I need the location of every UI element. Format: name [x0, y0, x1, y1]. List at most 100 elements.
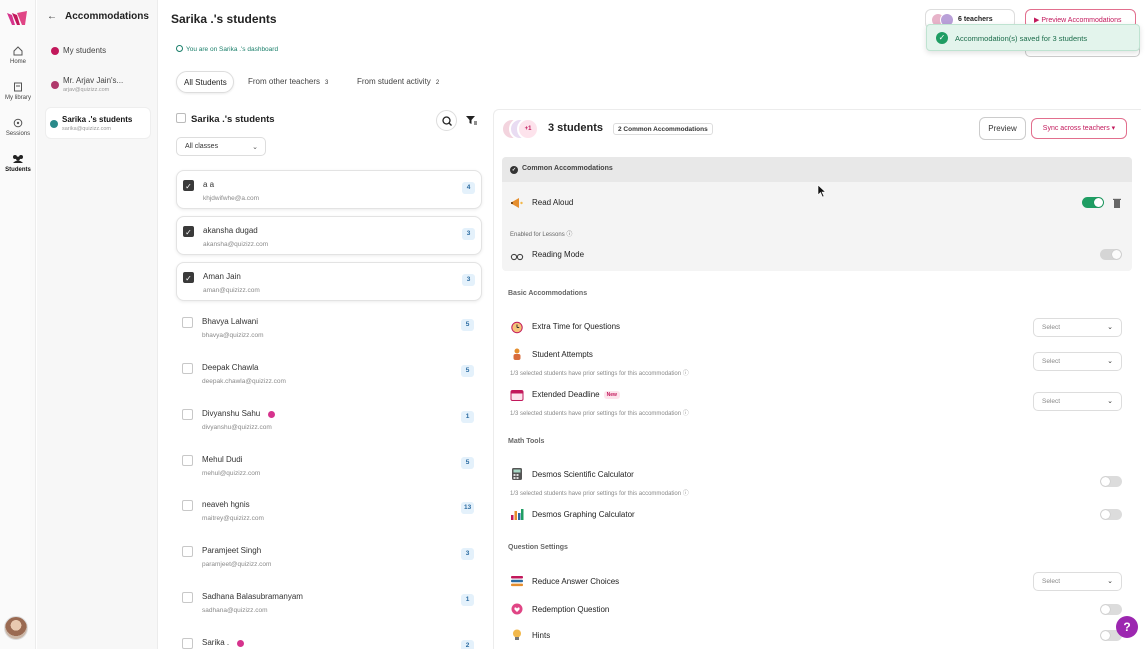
- common-accommodations-header[interactable]: ✓ Common Accommodations: [502, 157, 1132, 182]
- student-row[interactable]: Sadhana Balasubramanyam sadhana@quizizz.c…: [176, 583, 482, 622]
- more-avatars-badge: +1: [517, 118, 539, 140]
- sidebar-item-label: Mr. Arjav Jain's...: [63, 76, 124, 85]
- students-icon: [13, 155, 23, 163]
- student-name: Aman Jain: [203, 272, 241, 281]
- nav-sessions[interactable]: Sessions: [0, 118, 36, 137]
- sidebar-item-my-students[interactable]: My students: [47, 42, 151, 60]
- sidebar-item-arjav[interactable]: Mr. Arjav Jain's... arjav@quizizz.com: [47, 72, 151, 100]
- student-checkbox[interactable]: [182, 455, 193, 466]
- accommodation-count-badge: 3: [461, 548, 474, 560]
- eye-icon: [176, 45, 183, 52]
- redemption-question-toggle[interactable]: [1100, 604, 1122, 615]
- student-avatars: +1: [501, 118, 541, 140]
- student-checkbox[interactable]: [182, 592, 193, 603]
- back-arrow-icon[interactable]: ←: [47, 11, 57, 22]
- reading-mode-toggle[interactable]: [1100, 249, 1122, 260]
- accommodation-count-badge: 1: [461, 594, 474, 606]
- library-icon: [14, 82, 22, 92]
- status-dot-icon: [268, 411, 275, 418]
- list-heading-text: Sarika .'s students: [191, 114, 275, 125]
- megaphone-icon: [511, 198, 523, 208]
- success-toast: ✓ Accommodation(s) saved for 3 students: [926, 24, 1140, 51]
- student-checkbox[interactable]: [182, 546, 193, 557]
- student-checkbox[interactable]: [182, 409, 193, 420]
- quizizz-logo-icon[interactable]: [7, 11, 27, 26]
- new-badge: New: [603, 391, 620, 399]
- common-accommodations-badge: 2 Common Accommodations: [613, 123, 713, 135]
- desmos-graphing-toggle[interactable]: [1100, 509, 1122, 520]
- reduce-choices-select[interactable]: Select ⌄: [1033, 572, 1122, 591]
- student-name: Bhavya Lalwani: [202, 317, 259, 326]
- tab-student-activity[interactable]: From student activity 2: [357, 71, 439, 93]
- home-icon: [13, 46, 23, 56]
- classes-select[interactable]: All classes ⌄: [176, 137, 266, 156]
- extended-deadline-select[interactable]: Select ⌄: [1033, 392, 1122, 411]
- extra-time-select[interactable]: Select ⌄: [1033, 318, 1122, 337]
- read-aloud-toggle[interactable]: [1082, 197, 1104, 208]
- student-attempts-select[interactable]: Select ⌄: [1033, 352, 1122, 371]
- chevron-down-icon: ⌄: [252, 144, 258, 151]
- desmos-scientific-toggle[interactable]: [1100, 476, 1122, 487]
- info-icon[interactable]: ⓘ: [683, 491, 689, 497]
- info-icon[interactable]: ⓘ: [566, 232, 572, 238]
- chevron-down-icon: ⌄: [1107, 398, 1113, 405]
- student-checkbox[interactable]: ✓: [183, 226, 194, 237]
- info-icon[interactable]: ⓘ: [683, 371, 689, 377]
- student-checkbox[interactable]: [182, 363, 193, 374]
- select-placeholder: Select: [1042, 358, 1061, 365]
- trash-icon[interactable]: [1113, 198, 1121, 208]
- info-icon[interactable]: ⓘ: [683, 411, 689, 417]
- student-name: Sadhana Balasubramanyam: [202, 592, 303, 601]
- student-row[interactable]: Deepak Chawla deepak.chawla@quizizz.com 5: [176, 354, 482, 393]
- student-row[interactable]: ✓ Aman Jain aman@quizizz.com 3: [176, 262, 482, 301]
- student-row[interactable]: ✓ akansha dugad akansha@quizizz.com 3: [176, 216, 482, 255]
- student-checkbox[interactable]: ✓: [183, 272, 194, 283]
- nav-library[interactable]: My library: [0, 82, 36, 101]
- nav-library-label: My library: [4, 95, 31, 101]
- student-row[interactable]: Sarika . 2: [176, 629, 482, 649]
- nav-home[interactable]: Home: [0, 46, 36, 65]
- nav-students[interactable]: Students: [0, 154, 36, 173]
- student-row[interactable]: neaveh hgnis maitrey@quizizz.com 13: [176, 491, 482, 530]
- prior-note-text: 1/3 selected students have prior setting…: [510, 491, 682, 497]
- profile-avatar[interactable]: [4, 616, 28, 640]
- student-checkbox[interactable]: [182, 500, 193, 511]
- select-all-checkbox[interactable]: [176, 113, 186, 123]
- sync-across-teachers-button[interactable]: Sync across teachers ▾: [1031, 118, 1127, 139]
- dashboard-note: You are on Sarika .'s dashboard: [176, 45, 278, 53]
- search-button[interactable]: [436, 110, 457, 131]
- toast-message: Accommodation(s) saved for 3 students: [955, 34, 1088, 43]
- student-row[interactable]: Bhavya Lalwani bhavya@quizizz.com 5: [176, 308, 482, 347]
- accommodation-count-badge: 5: [461, 365, 474, 377]
- help-button[interactable]: ?: [1116, 616, 1138, 638]
- filter-icon[interactable]: [465, 114, 477, 126]
- student-email: khjdwifwhe@a.com: [203, 195, 260, 202]
- sidebar-item-sarika[interactable]: Sarika .'s students sarika@quizizz.com: [45, 107, 151, 139]
- student-checkbox[interactable]: [182, 638, 193, 649]
- student-row[interactable]: ✓ a a khjdwifwhe@a.com 4: [176, 170, 482, 209]
- basic-accommodations-title: Basic Accommodations: [508, 290, 588, 297]
- tab-other-teachers[interactable]: From other teachers 3: [248, 71, 328, 93]
- sidebar-item-email: sarika@quizizz.com: [62, 126, 111, 132]
- student-checkbox[interactable]: [182, 317, 193, 328]
- student-row[interactable]: Divyanshu Sahu divyanshu@quizizz.com 1: [176, 400, 482, 439]
- student-email: bhavya@quizizz.com: [202, 332, 264, 339]
- student-email: aman@quizizz.com: [203, 287, 260, 294]
- student-email: paramjeet@quizizz.com: [202, 561, 272, 568]
- tab-all-students[interactable]: All Students: [176, 71, 234, 93]
- student-row[interactable]: Mehul Dudi mehul@quizizz.com 5: [176, 446, 482, 485]
- page-title: Sarika .'s students: [171, 12, 277, 26]
- student-name: a a: [203, 180, 215, 189]
- chevron-down-icon: ⌄: [1107, 358, 1113, 365]
- student-email: sadhana@quizizz.com: [202, 607, 268, 614]
- student-row[interactable]: Paramjeet Singh paramjeet@quizizz.com 3: [176, 537, 482, 576]
- calculator-icon: [512, 468, 522, 480]
- timer-icon: [511, 321, 523, 334]
- teachers-label: 6 teachers: [958, 16, 993, 23]
- desmos-scientific-note: 1/3 selected students have prior setting…: [510, 488, 689, 497]
- preview-button[interactable]: Preview: [979, 117, 1026, 140]
- status-dot-icon: [237, 640, 244, 647]
- tab-label: From student activity: [357, 77, 431, 86]
- student-checkbox[interactable]: ✓: [183, 180, 194, 191]
- search-icon: [442, 116, 452, 126]
